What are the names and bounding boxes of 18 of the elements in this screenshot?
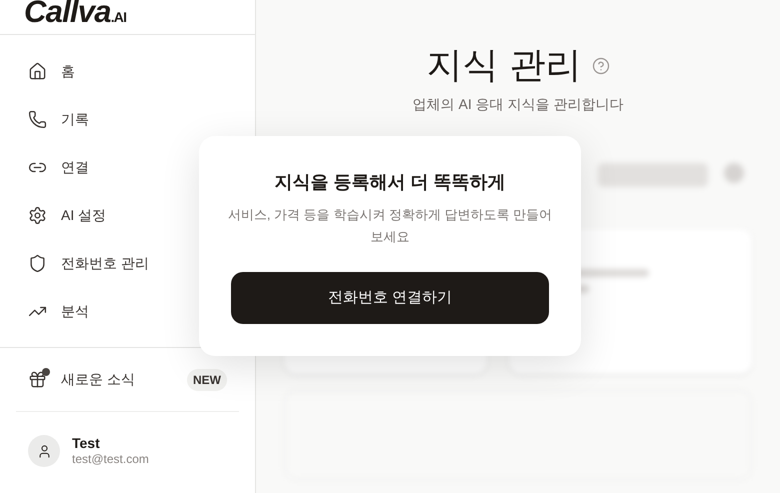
connect-phone-button[interactable]: 전화번호 연결하기 — [231, 272, 549, 324]
phone-icon — [28, 110, 47, 128]
settings-icon — [28, 206, 47, 224]
avatar[interactable] — [28, 435, 60, 467]
gift-icon — [28, 370, 47, 389]
page-title: 지식 관리 — [426, 44, 582, 88]
nav-item[interactable]: 홈 — [16, 47, 239, 95]
page-subtitle: 업체의 AI 응대 지식을 관리합니다 — [412, 95, 624, 114]
user-email: test@test.com — [72, 452, 149, 468]
user-name: Test — [72, 434, 101, 452]
nav-item[interactable]: 기록 — [16, 95, 239, 143]
home-icon — [28, 62, 47, 80]
new-badge: NEW — [187, 368, 227, 390]
help-icon[interactable] — [592, 57, 610, 75]
user-icon — [36, 444, 52, 458]
shield-icon — [28, 254, 47, 272]
nav-item[interactable]: 연결 — [16, 143, 239, 191]
modal-title: 지식을 등록해서 더 똑똑하게 — [274, 171, 506, 194]
